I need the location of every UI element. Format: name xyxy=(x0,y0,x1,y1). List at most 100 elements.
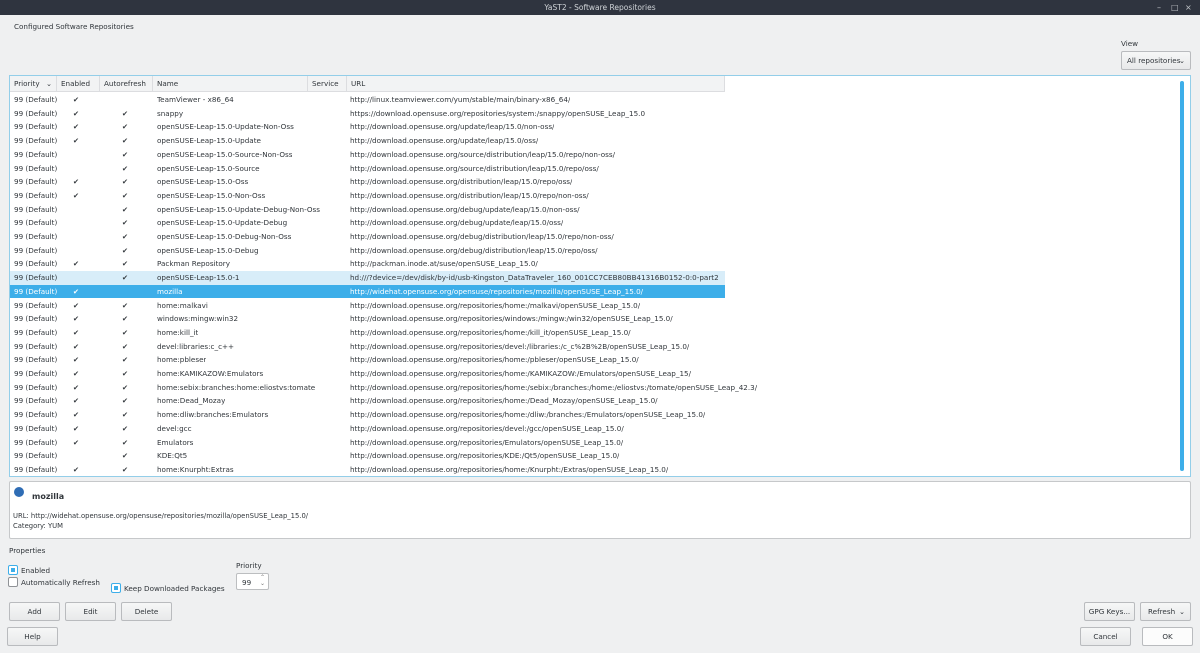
priority-cell: 99 (Default) xyxy=(14,163,58,173)
url-cell: http://linux.teamviewer.com/yum/stable/m… xyxy=(350,95,571,104)
spin-arrows-icon[interactable]: ⌃ ⌄ xyxy=(260,575,265,587)
delete-button[interactable]: Delete xyxy=(121,602,172,621)
table-row[interactable]: 99 (Default) ✔ ✔ snappy https://download.ope… xyxy=(10,107,725,121)
check-icon: ✔ xyxy=(122,300,129,310)
table-row[interactable]: 99 (Default) ✔ ✔ openSUSE-Leap-15.0-Update-… xyxy=(10,120,725,134)
name-cell: openSUSE-Leap-15.0-Source xyxy=(157,163,260,173)
scrollbar[interactable] xyxy=(1180,81,1184,471)
table-row[interactable]: 99 (Default) ✔ openSUSE-Leap-15.0-Debug-No… xyxy=(10,230,725,244)
add-button[interactable]: Add xyxy=(9,602,60,621)
window-title: YaST2 - Software Repositories xyxy=(544,3,656,12)
table-row[interactable]: 99 (Default) ✔ ✔ openSUSE-Leap-15.0-Oss http… xyxy=(10,175,725,189)
table-row[interactable]: 99 (Default) ✔ ✔ openSUSE-Leap-15.0-Update h… xyxy=(10,134,725,148)
priority-cell: 99 (Default) xyxy=(14,136,58,146)
table-row[interactable]: 99 (Default) ✔ openSUSE-Leap-15.0-Update-D… xyxy=(10,203,725,217)
priority-cell: 99 (Default) xyxy=(14,327,58,337)
table-header: Priority ⌄ Enabled Autorefresh Name Servi… xyxy=(10,76,725,92)
table-row[interactable]: 99 (Default) ✔ ✔ home:KAMIKAZOW:Emulators ht… xyxy=(10,367,725,381)
autorefresh-checkbox[interactable] xyxy=(8,577,18,587)
refresh-button[interactable]: Refresh ⌄ xyxy=(1140,602,1191,621)
priority-cell: 99 (Default) xyxy=(14,286,58,296)
url-cell: http://download.opensuse.org/update/leap… xyxy=(350,136,539,146)
table-row[interactable]: 99 (Default) ✔ openSUSE-Leap-15.0-Debug htt… xyxy=(10,244,725,258)
table-row[interactable]: 99 (Default) ✔ openSUSE-Leap-15.0-1 hd:///?… xyxy=(10,271,725,285)
column-enabled[interactable]: Enabled xyxy=(57,76,100,92)
ok-button[interactable]: OK xyxy=(1142,627,1193,646)
check-icon: ✔ xyxy=(73,314,80,324)
table-row[interactable]: 99 (Default) ✔ ✔ home:dliw:branches:Emulato… xyxy=(10,408,725,422)
table-row[interactable]: 99 (Default) ✔ mozilla http://widehat.opens… xyxy=(10,284,725,299)
column-name[interactable]: Name xyxy=(153,76,308,92)
check-icon: ✔ xyxy=(73,327,80,337)
check-icon: ✔ xyxy=(122,273,129,283)
column-priority[interactable]: Priority ⌄ xyxy=(10,76,57,92)
check-icon: ✔ xyxy=(73,108,80,118)
url-cell: http://download.opensuse.org/debug/distr… xyxy=(350,245,598,255)
name-cell: openSUSE-Leap-15.0-1 xyxy=(157,273,240,283)
check-icon: ✔ xyxy=(122,382,129,392)
name-cell: home:KAMIKAZOW:Emulators xyxy=(157,369,264,378)
cancel-button[interactable]: Cancel xyxy=(1080,627,1131,646)
table-row[interactable]: 99 (Default) ✔ ✔ Emulators http://download.o… xyxy=(10,436,725,450)
priority-cell: 99 (Default) xyxy=(14,423,58,433)
check-icon: ✔ xyxy=(73,410,80,420)
minimize-icon[interactable]: – xyxy=(1157,0,1161,15)
repositories-table[interactable]: Priority ⌄ Enabled Autorefresh Name Servi… xyxy=(9,75,1191,477)
table-row[interactable]: 99 (Default) ✔ ✔ home:kill_it http://downloa… xyxy=(10,326,725,340)
table-row[interactable]: 99 (Default) ✔ TeamViewer - x86_64 http://l… xyxy=(10,93,725,107)
check-icon: ✔ xyxy=(73,423,80,433)
table-row[interactable]: 99 (Default) ✔ openSUSE-Leap-15.0-Source ht… xyxy=(10,162,725,176)
name-cell: openSUSE-Leap-15.0-Oss xyxy=(157,177,249,187)
help-button[interactable]: Help xyxy=(7,627,58,646)
view-label: View xyxy=(1121,39,1139,48)
priority-label: Priority xyxy=(236,561,262,570)
check-icon: ✔ xyxy=(122,108,129,118)
column-service[interactable]: Service xyxy=(308,76,347,92)
check-icon: ✔ xyxy=(122,327,129,337)
url-cell: http://download.opensuse.org/repositorie… xyxy=(350,369,692,378)
view-select-value: All repositories xyxy=(1127,56,1181,65)
check-icon: ✔ xyxy=(73,95,80,104)
column-autorefresh[interactable]: Autorefresh xyxy=(100,76,153,92)
table-row[interactable]: 99 (Default) ✔ ✔ Packman Repository http://p… xyxy=(10,257,725,271)
keep-packages-checkbox[interactable] xyxy=(111,583,121,593)
column-url[interactable]: URL xyxy=(347,76,725,92)
table-row[interactable]: 99 (Default) ✔ ✔ home:malkavi http://downloa… xyxy=(10,299,725,313)
table-row[interactable]: 99 (Default) ✔ ✔ home:sebix:branches:home:e… xyxy=(10,381,757,395)
priority-cell: 99 (Default) xyxy=(14,355,58,365)
keep-packages-label: Keep Downloaded Packages xyxy=(124,584,225,593)
priority-cell: 99 (Default) xyxy=(14,314,58,324)
check-icon: ✔ xyxy=(122,423,129,433)
edit-button[interactable]: Edit xyxy=(65,602,116,621)
gpg-keys-button[interactable]: GPG Keys... xyxy=(1084,602,1135,621)
priority-cell: 99 (Default) xyxy=(14,232,58,241)
name-cell: home:kill_it xyxy=(157,327,199,337)
table-row[interactable]: 99 (Default) ✔ ✔ devel:libraries:c_c++ http:… xyxy=(10,340,725,354)
priority-cell: 99 (Default) xyxy=(14,245,58,255)
close-icon[interactable]: × xyxy=(1185,0,1192,15)
table-row[interactable]: 99 (Default) ✔ ✔ devel:gcc http://download.o… xyxy=(10,422,725,436)
table-row[interactable]: 99 (Default) ✔ openSUSE-Leap-15.0-Update-D… xyxy=(10,216,725,230)
check-icon: ✔ xyxy=(122,218,129,228)
details-name: mozilla xyxy=(32,492,65,501)
priority-cell: 99 (Default) xyxy=(14,451,58,461)
view-select[interactable]: All repositories ⌄ xyxy=(1121,51,1191,70)
enabled-checkbox[interactable] xyxy=(8,565,18,575)
check-icon: ✔ xyxy=(73,136,80,146)
check-icon: ✔ xyxy=(122,437,129,447)
url-cell: http://download.opensuse.org/repositorie… xyxy=(350,410,706,420)
table-row[interactable]: 99 (Default) ✔ ✔ openSUSE-Leap-15.0-Non-Oss… xyxy=(10,189,725,203)
maximize-icon[interactable]: □ xyxy=(1171,0,1179,15)
table-row[interactable]: 99 (Default) ✔ ✔ windows:mingw:win32 http://… xyxy=(10,312,725,326)
priority-cell: 99 (Default) xyxy=(14,190,58,200)
url-cell: http://download.opensuse.org/repositorie… xyxy=(350,451,620,461)
table-row[interactable]: 99 (Default) ✔ KDE:Qt5 http://download.open… xyxy=(10,449,725,463)
check-icon: ✔ xyxy=(73,341,80,351)
table-row[interactable]: 99 (Default) ✔ ✔ home:Knurpht:Extras http://… xyxy=(10,463,725,476)
table-row[interactable]: 99 (Default) ✔ ✔ home:Dead_Mozay http://down… xyxy=(10,394,725,408)
table-row[interactable]: 99 (Default) ✔ ✔ home:pbleser http://downloa… xyxy=(10,353,725,367)
priority-spinbox[interactable]: 99 ⌃ ⌄ xyxy=(236,573,269,590)
table-row[interactable]: 99 (Default) ✔ openSUSE-Leap-15.0-Source-N… xyxy=(10,148,725,162)
column-label: Priority xyxy=(14,79,40,88)
name-cell: devel:libraries:c_c++ xyxy=(157,341,235,351)
